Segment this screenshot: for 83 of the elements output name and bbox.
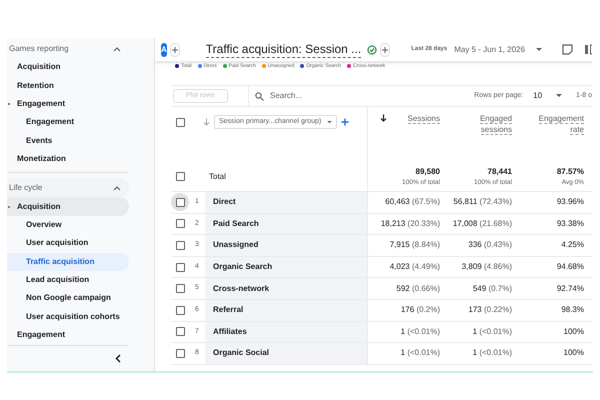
rows-per-page-select[interactable]: 10 — [533, 90, 562, 102]
nav-item[interactable]: Engagement — [7, 94, 129, 114]
metric-cell-text: 173 (0.22%) — [467, 304, 512, 316]
caret-icon[interactable] — [556, 94, 562, 98]
metric-cell-text: 7,915 (8.84%) — [388, 239, 440, 252]
metric-cell-text: 3,809 (4.86%) — [460, 261, 512, 274]
metric-cell-text: 93.96% — [556, 196, 584, 208]
nav-item[interactable]: Engagement — [7, 113, 129, 132]
metric-cell-text: 1 (<0.01%) — [472, 347, 512, 360]
checkbox[interactable] — [176, 219, 184, 228]
nav-item[interactable]: Acquisition — [7, 58, 129, 76]
chevron-up-icon[interactable] — [113, 184, 121, 191]
section-title: Life cycle — [9, 182, 42, 194]
metric-cell-text: 1 (<0.01%) — [472, 326, 512, 338]
checkbox[interactable] — [176, 284, 184, 294]
nav-item[interactable]: Non Google campaign — [7, 289, 129, 308]
metric-cell-text: 18,213 (20.33%) — [380, 218, 440, 230]
checkbox[interactable] — [176, 348, 184, 358]
channel-name: Cross-network — [205, 278, 367, 299]
arrow-down-icon[interactable] — [203, 118, 210, 126]
metric-cell-text: 1 (<0.01%) — [400, 347, 440, 360]
channel-name: Organic Search — [205, 256, 367, 278]
collapse-icon[interactable] — [115, 354, 121, 363]
caret-icon[interactable] — [327, 120, 332, 124]
note-icon[interactable] — [562, 44, 573, 55]
channel-name: Paid Search — [205, 214, 367, 234]
nav-item[interactable]: Retention — [7, 76, 129, 95]
total-value: 87.57% — [556, 166, 584, 178]
channel-name: Organic Social — [205, 343, 367, 364]
metric-cell-text: 17,008 (21.68%) — [452, 218, 512, 230]
nav-item[interactable]: Events — [7, 132, 129, 150]
metric-cell-text: 100% — [562, 326, 584, 338]
report-title: Traffic acquisition: Session ... — [206, 42, 362, 58]
nav-item[interactable]: Acquisition — [7, 197, 129, 216]
nav-item[interactable]: Lead acquisition — [7, 270, 129, 290]
metric-cell-text: 60,463 (67.5%) — [384, 196, 440, 208]
total-value: 78,441 — [486, 166, 512, 178]
checkbox[interactable] — [176, 306, 184, 315]
metric-cell-text: 100% — [562, 347, 584, 360]
metric-cell-text: 176 (0.2%) — [400, 304, 440, 316]
checkbox[interactable] — [176, 262, 184, 272]
column-header[interactable]: Engaged sessions — [462, 113, 512, 135]
search-field[interactable]: Search... — [270, 90, 390, 102]
metric-cell-text: 1 (<0.01%) — [400, 326, 440, 338]
nav-item[interactable]: User acquisition — [7, 234, 129, 253]
checkbox[interactable] — [176, 172, 184, 181]
channel-name: Affiliates — [205, 322, 367, 342]
metric-cell-text: 92.74% — [556, 282, 584, 295]
channel-name: Direct — [205, 192, 367, 213]
metric-cell-text: 93.38% — [556, 218, 584, 230]
avatar[interactable]: A — [161, 42, 167, 56]
channel-name: Unassigned — [205, 235, 367, 256]
nav-item[interactable]: Monetization — [7, 150, 129, 168]
check-circle-icon[interactable] — [367, 42, 378, 56]
column-header[interactable]: Sessions — [390, 113, 440, 124]
column-header[interactable]: Engagement rate — [534, 113, 584, 135]
metric-cell-text: 94.68% — [556, 261, 584, 274]
checkbox[interactable] — [176, 240, 184, 250]
channel-name: Referral — [205, 300, 367, 321]
metric-cell-text: 336 (0.43%) — [467, 239, 512, 252]
metric-cell-text: 4,023 (4.49%) — [388, 261, 440, 274]
nav-item[interactable]: Overview — [7, 216, 129, 234]
metric-cell-text: 549 (0.7%) — [472, 282, 512, 295]
chevron-up-icon[interactable] — [113, 46, 121, 52]
date-range[interactable]: May 5 - Jun 1, 2026 — [454, 44, 525, 56]
checkbox[interactable] — [176, 198, 184, 207]
checkbox[interactable] — [176, 327, 184, 336]
metric-cell-text: 592 (0.66%) — [395, 282, 440, 295]
compare-icon[interactable] — [584, 44, 592, 55]
total-label: Total — [209, 170, 226, 182]
metric-cell-text: 4.25% — [560, 239, 584, 252]
total-value: 89,580 — [414, 166, 440, 178]
sort-arrow-icon[interactable] — [380, 114, 387, 122]
add-icon[interactable] — [341, 118, 350, 126]
metric-cell-text: 98.3% — [560, 304, 584, 316]
nav-item[interactable]: Engagement — [7, 326, 129, 344]
metric-cell-text: 56,811 (72.43%) — [452, 196, 512, 208]
nav-item[interactable]: Traffic acquisition — [7, 252, 129, 271]
caret-icon[interactable] — [536, 48, 542, 52]
section-title: Games reporting — [9, 42, 69, 54]
search-icon — [255, 92, 264, 100]
checkbox[interactable] — [176, 118, 184, 126]
nav-item[interactable]: User acquisition cohorts — [7, 308, 129, 326]
